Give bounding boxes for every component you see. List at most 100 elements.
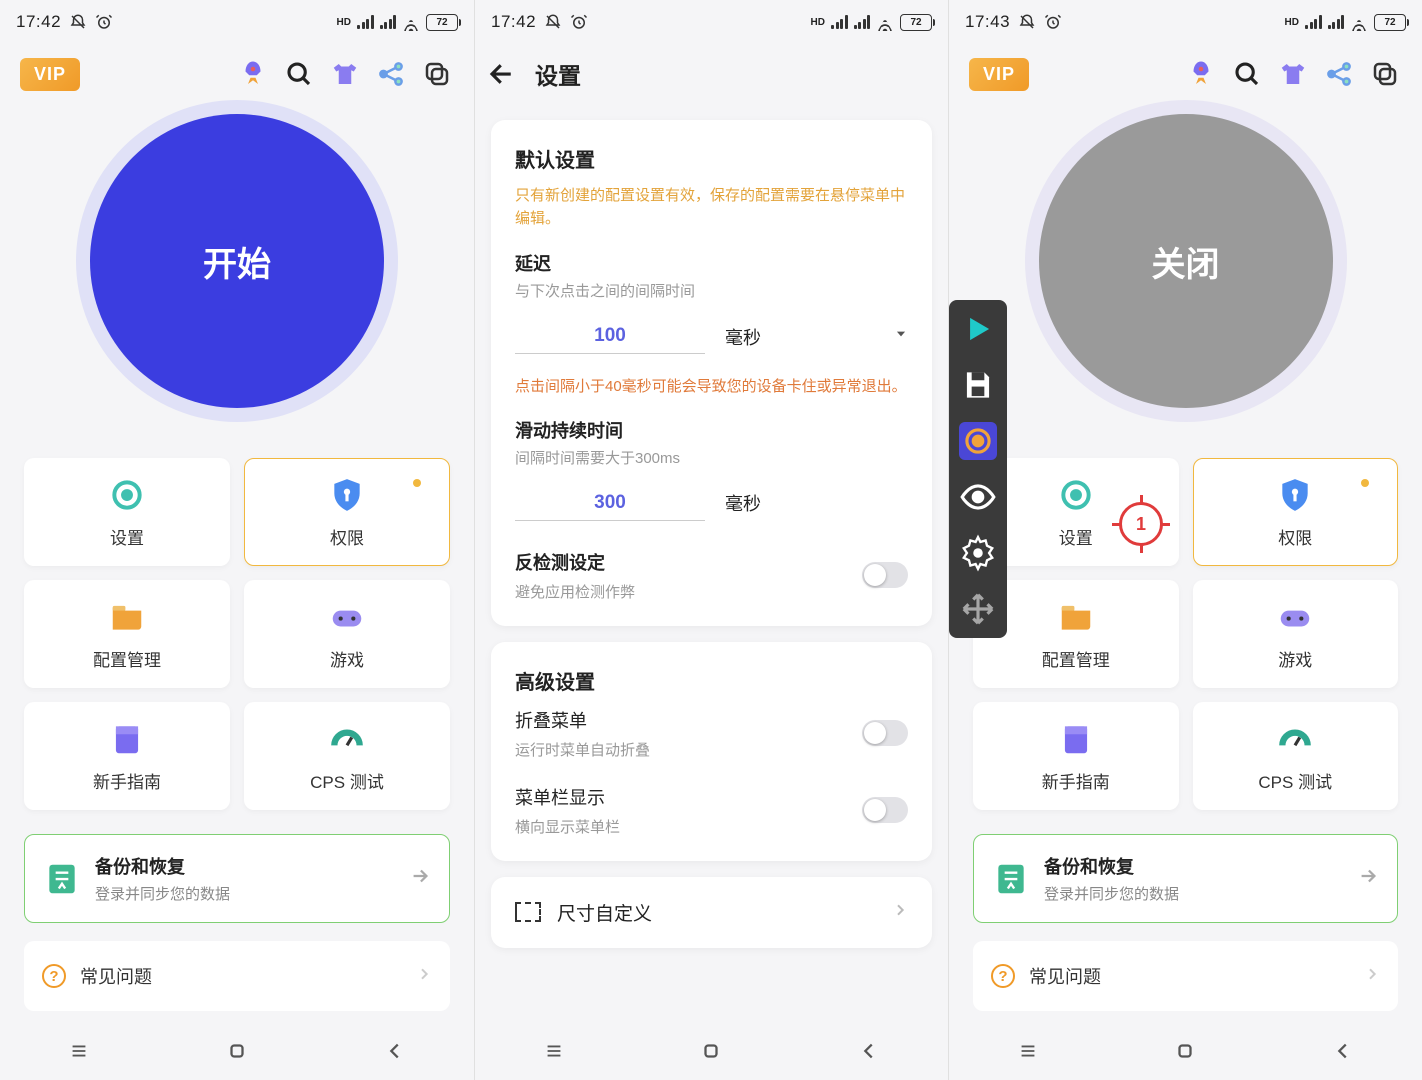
back-button[interactable] <box>1332 1040 1354 1067</box>
recent-apps-button[interactable] <box>543 1040 565 1067</box>
menubar-sub: 横向显示菜单栏 <box>515 816 620 837</box>
search-icon[interactable] <box>282 57 316 91</box>
close-button-label: 关闭 <box>1152 237 1220 286</box>
swipe-unit: 毫秒 <box>725 490 761 516</box>
backup-row[interactable]: 备份和恢复 登录并同步您的数据 <box>24 834 450 923</box>
save-button[interactable] <box>959 366 997 404</box>
section-title: 默认设置 <box>515 144 908 173</box>
move-button[interactable] <box>959 590 997 628</box>
battery-indicator: 72 <box>900 14 932 31</box>
rocket-icon[interactable] <box>1184 57 1218 91</box>
card-permissions[interactable]: 权限 <box>244 458 450 566</box>
card-label: 新手指南 <box>1042 768 1110 793</box>
back-button[interactable] <box>384 1040 406 1067</box>
battery-indicator: 72 <box>1374 14 1406 31</box>
menubar-toggle[interactable] <box>862 797 908 823</box>
recent-apps-button[interactable] <box>1017 1040 1039 1067</box>
card-label: 设置 <box>110 524 144 549</box>
signal-icon <box>1305 15 1322 29</box>
settings-button[interactable] <box>959 534 997 572</box>
book-icon <box>108 720 146 758</box>
card-permissions[interactable]: 权限 <box>1193 458 1399 566</box>
recent-apps-button[interactable] <box>68 1040 90 1067</box>
fold-toggle[interactable] <box>862 720 908 746</box>
card-label: 新手指南 <box>93 768 161 793</box>
swipe-input[interactable] <box>515 486 705 521</box>
start-button[interactable]: 开始 <box>90 114 384 408</box>
dnd-icon <box>69 13 87 31</box>
share-icon[interactable] <box>374 57 408 91</box>
hd-indicator: HD <box>337 17 351 28</box>
faq-row[interactable]: ? 常见问题 <box>973 941 1398 1011</box>
click-target-marker[interactable]: 1 <box>1119 502 1163 546</box>
home-button[interactable] <box>700 1040 722 1067</box>
card-label: CPS 测试 <box>310 768 384 793</box>
faq-label: 常见问题 <box>80 963 152 989</box>
alarm-icon <box>95 13 113 31</box>
signal-icon <box>357 15 374 29</box>
section-size[interactable]: 尺寸自定义 <box>491 877 932 948</box>
size-label: 尺寸自定义 <box>557 899 652 926</box>
antidetect-sub: 避免应用检测作弊 <box>515 581 635 602</box>
dnd-icon <box>1018 13 1036 31</box>
resize-icon <box>515 902 541 922</box>
wifi-icon <box>1350 13 1368 31</box>
back-icon[interactable] <box>487 59 517 89</box>
close-button[interactable]: 关闭 <box>1039 114 1333 408</box>
copy-icon[interactable] <box>1368 57 1402 91</box>
card-label: 配置管理 <box>93 646 161 671</box>
gear-icon <box>1057 476 1095 514</box>
delay-sub: 与下次点击之间的间隔时间 <box>515 280 908 301</box>
search-icon[interactable] <box>1230 57 1264 91</box>
chevron-right-icon <box>892 902 908 923</box>
floating-toolbar[interactable] <box>949 300 1007 638</box>
card-label: 游戏 <box>1278 646 1312 671</box>
card-games[interactable]: 游戏 <box>1193 580 1399 688</box>
screen-home-running: 17:43 HD 72 VIP 关闭 设置 权限 <box>948 0 1422 1080</box>
rocket-icon[interactable] <box>236 57 270 91</box>
home-button[interactable] <box>1174 1040 1196 1067</box>
card-guide[interactable]: 新手指南 <box>973 702 1179 810</box>
play-button[interactable] <box>959 310 997 348</box>
wifi-icon <box>402 13 420 31</box>
antidetect-toggle[interactable] <box>862 562 908 588</box>
tap-button[interactable] <box>959 422 997 460</box>
start-button-label: 开始 <box>203 237 271 286</box>
card-guide[interactable]: 新手指南 <box>24 702 230 810</box>
eye-button[interactable] <box>959 478 997 516</box>
card-settings[interactable]: 设置 <box>24 458 230 566</box>
chevron-down-icon[interactable] <box>894 327 908 346</box>
tshirt-icon[interactable] <box>328 57 362 91</box>
android-navbar <box>475 1026 948 1080</box>
share-icon[interactable] <box>1322 57 1356 91</box>
faq-row[interactable]: ? 常见问题 <box>24 941 450 1011</box>
status-time: 17:43 <box>965 12 1010 32</box>
card-config[interactable]: 配置管理 <box>24 580 230 688</box>
gamepad-icon <box>1276 598 1314 636</box>
backup-sub: 登录并同步您的数据 <box>1044 883 1179 904</box>
backup-sub: 登录并同步您的数据 <box>95 883 230 904</box>
card-games[interactable]: 游戏 <box>244 580 450 688</box>
home-button[interactable] <box>226 1040 248 1067</box>
delay-heading: 延迟 <box>515 250 908 276</box>
tshirt-icon[interactable] <box>1276 57 1310 91</box>
delay-unit: 毫秒 <box>725 324 761 350</box>
chevron-right-icon <box>409 865 431 892</box>
card-cps[interactable]: CPS 测试 <box>1193 702 1399 810</box>
notification-dot <box>1361 479 1369 487</box>
copy-icon[interactable] <box>420 57 454 91</box>
backup-row[interactable]: 备份和恢复 登录并同步您的数据 <box>973 834 1398 923</box>
screen-home-start: 17:42 HD 72 VIP 开始 设置 权限 <box>0 0 474 1080</box>
vip-badge[interactable]: VIP <box>20 58 80 91</box>
app-toolbar: VIP <box>949 44 1422 104</box>
signal-icon <box>831 15 848 29</box>
delay-input[interactable] <box>515 319 705 354</box>
folder-icon <box>1057 598 1095 636</box>
card-cps[interactable]: CPS 测试 <box>244 702 450 810</box>
status-time: 17:42 <box>16 12 61 32</box>
vip-badge[interactable]: VIP <box>969 58 1029 91</box>
target-number: 1 <box>1136 514 1146 535</box>
android-navbar <box>949 1026 1422 1080</box>
battery-indicator: 72 <box>426 14 458 31</box>
back-button[interactable] <box>858 1040 880 1067</box>
